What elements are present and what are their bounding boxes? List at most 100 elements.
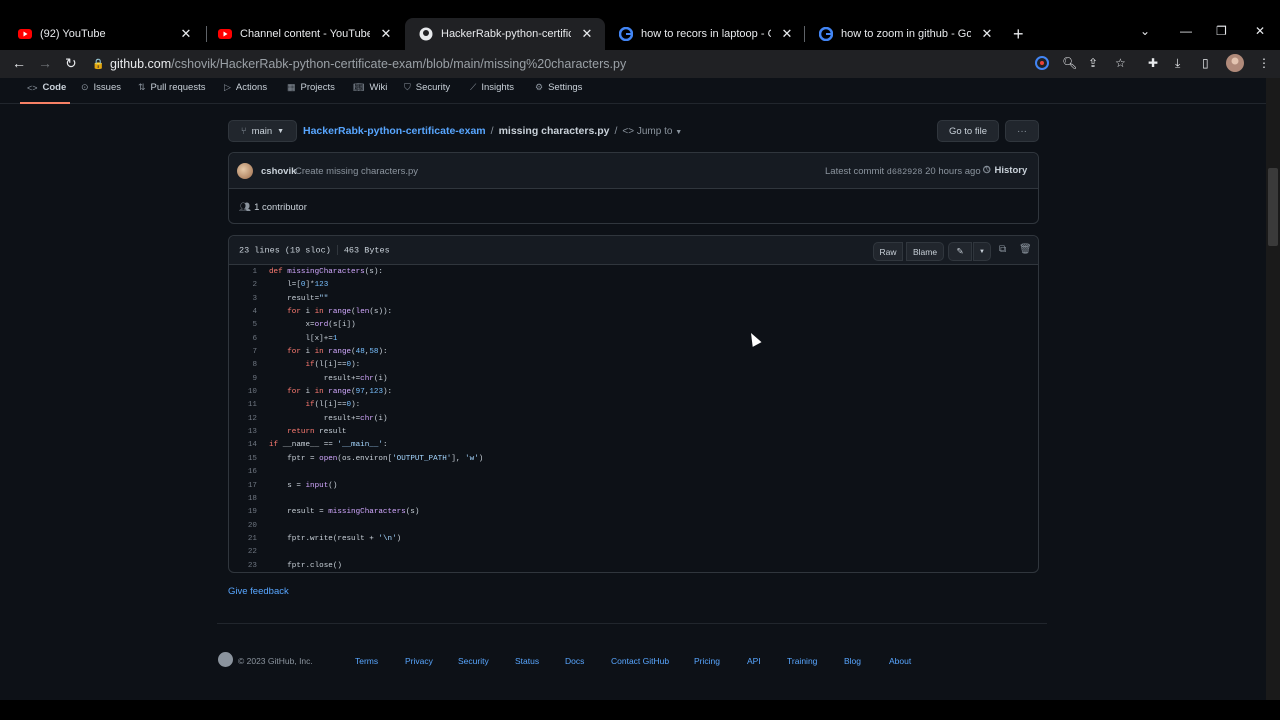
line-number[interactable]: 14 — [229, 439, 257, 452]
browser-tab-google-2[interactable]: how to zoom in github - Google ✕ — [805, 18, 1005, 50]
caret-down-icon[interactable]: ▼ — [973, 242, 991, 261]
line-number[interactable]: 1 — [229, 266, 257, 279]
restore-icon[interactable]: ❐ — [1216, 24, 1227, 38]
new-tab-button[interactable]: + — [1013, 24, 1024, 45]
close-icon[interactable]: ✕ — [178, 26, 194, 42]
tab-search-icon[interactable]: ⌄ — [1140, 24, 1150, 38]
footer-link-pricing[interactable]: Pricing — [694, 656, 720, 666]
line-number[interactable]: 6 — [229, 333, 257, 346]
contributors[interactable]: 👥︎ 1 contributor — [239, 202, 307, 213]
line-number[interactable]: 11 — [229, 399, 257, 412]
browser-tab-youtube-studio[interactable]: Channel content - YouTube Studio ✕ — [204, 18, 404, 50]
line-number[interactable]: 2 — [229, 279, 257, 292]
commit-sha[interactable]: d682928 — [887, 167, 923, 177]
line-number[interactable]: 20 — [229, 520, 257, 533]
browser-tab-youtube[interactable]: (92) YouTube ✕ — [4, 18, 204, 50]
footer-link-blog[interactable]: Blog — [844, 656, 861, 666]
footer-link-security[interactable]: Security — [458, 656, 489, 666]
commit-author[interactable]: cshovik — [261, 166, 296, 177]
line-number[interactable]: 16 — [229, 466, 257, 479]
line-number[interactable]: 21 — [229, 533, 257, 546]
line-number[interactable]: 17 — [229, 480, 257, 493]
footer-link-status[interactable]: Status — [515, 656, 539, 666]
give-feedback-link[interactable]: Give feedback — [228, 586, 289, 597]
contributors-label: 1 contributor — [254, 202, 307, 213]
line-content: s = input() — [287, 481, 338, 490]
profile-avatar[interactable] — [1226, 54, 1244, 75]
tab-label: Insights — [481, 82, 515, 93]
address-bar[interactable]: 🔒 github.com/cshovik/HackerRabk-python-c… — [92, 51, 1032, 77]
github-logo-icon[interactable] — [218, 652, 233, 667]
close-icon[interactable]: ✕ — [979, 26, 995, 42]
line-number[interactable]: 5 — [229, 319, 257, 332]
avatar[interactable] — [237, 163, 253, 179]
blame-button[interactable]: Blame — [906, 242, 944, 261]
play-icon: ▷ — [224, 82, 231, 92]
download-icon[interactable]: ⤓ — [1175, 56, 1180, 71]
tab-wiki[interactable]: 📖︎ Wiki — [353, 82, 387, 93]
extensions-icon[interactable]: ✚ — [1148, 56, 1158, 70]
minimize-icon[interactable]: — — [1180, 24, 1192, 38]
menu-icon[interactable]: ⋮ — [1258, 56, 1270, 70]
line-number[interactable]: 7 — [229, 346, 257, 359]
close-icon[interactable]: ✕ — [779, 26, 795, 42]
forward-icon[interactable]: → — [38, 55, 52, 71]
line-number[interactable]: 3 — [229, 293, 257, 306]
repo-link[interactable]: HackerRabk-python-certificate-exam — [303, 125, 486, 137]
footer-link-terms[interactable]: Terms — [355, 656, 378, 666]
branch-selector[interactable]: ⑂ main ▼ — [228, 120, 297, 142]
footer-link-training[interactable]: Training — [787, 656, 817, 666]
tab-title: Channel content - YouTube Studio — [240, 28, 370, 40]
edit-icon[interactable]: ✎ — [948, 242, 972, 261]
google-lens-icon[interactable] — [1035, 56, 1049, 73]
line-number[interactable]: 23 — [229, 560, 257, 573]
line-number[interactable]: 13 — [229, 426, 257, 439]
back-icon[interactable]: ← — [12, 55, 26, 71]
line-number[interactable]: 19 — [229, 506, 257, 519]
tab-issues[interactable]: ⊙ Issues — [81, 82, 121, 93]
trash-icon[interactable]: 🗑︎ — [1019, 244, 1032, 255]
copy-icon[interactable]: ⧉ — [999, 244, 1006, 255]
line-number[interactable]: 18 — [229, 493, 257, 506]
tab-code[interactable]: <> Code — [27, 82, 66, 93]
scrollbar-thumb[interactable] — [1268, 168, 1278, 246]
bookmark-star-icon[interactable]: ☆ — [1115, 56, 1126, 70]
history-button[interactable]: 🕓︎ History — [983, 165, 1027, 176]
footer-link-api[interactable]: API — [747, 656, 761, 666]
raw-button[interactable]: Raw — [873, 242, 903, 261]
reload-icon[interactable]: ↻ — [65, 55, 77, 72]
tab-settings[interactable]: ⚙ Settings — [535, 82, 582, 93]
footer-link-docs[interactable]: Docs — [565, 656, 584, 666]
footer-link-contact[interactable]: Contact GitHub — [611, 656, 669, 666]
tab-pull-requests[interactable]: ⇅ Pull requests — [138, 82, 205, 93]
window-close-icon[interactable]: ✕ — [1255, 24, 1265, 38]
more-options-button[interactable]: ··· — [1005, 120, 1039, 142]
line-number[interactable]: 4 — [229, 306, 257, 319]
tab-security[interactable]: ⛉ Security — [404, 82, 450, 93]
line-number[interactable]: 15 — [229, 453, 257, 466]
browser-toolbar: ← → ↻ 🔒 github.com/cshovik/HackerRabk-py… — [0, 50, 1280, 78]
side-panel-icon[interactable]: ▯ — [1202, 56, 1209, 70]
tab-actions[interactable]: ▷ Actions — [224, 82, 267, 93]
line-number[interactable]: 22 — [229, 546, 257, 559]
tab-title: how to zoom in github - Google — [841, 28, 971, 40]
commit-message[interactable]: Create missing characters.py — [295, 166, 418, 177]
footer-link-privacy[interactable]: Privacy — [405, 656, 433, 666]
line-number[interactable]: 10 — [229, 386, 257, 399]
go-to-file-button[interactable]: Go to file — [937, 120, 999, 142]
page-scrollbar[interactable] — [1266, 78, 1280, 700]
close-icon[interactable]: ✕ — [579, 26, 595, 42]
line-number[interactable]: 12 — [229, 413, 257, 426]
tab-projects[interactable]: ▦ Projects — [287, 82, 335, 93]
footer-link-about[interactable]: About — [889, 656, 911, 666]
zoom-icon[interactable]: 🔍︎ — [1062, 56, 1077, 70]
share-icon[interactable]: ⇪ — [1088, 56, 1098, 70]
line-number[interactable]: 9 — [229, 373, 257, 386]
close-icon[interactable]: ✕ — [378, 26, 394, 42]
line-number[interactable]: 8 — [229, 359, 257, 372]
tab-insights[interactable]: ⟋ Insights — [470, 82, 514, 93]
browser-tab-google-1[interactable]: how to recors in laptoop - Goog ✕ — [605, 18, 805, 50]
browser-tab-github[interactable]: HackerRabk-python-certificate-e ✕ — [405, 18, 605, 50]
jump-to-button[interactable]: <> Jump to ▼ — [622, 126, 682, 137]
caret-down-icon: ▼ — [277, 127, 285, 135]
